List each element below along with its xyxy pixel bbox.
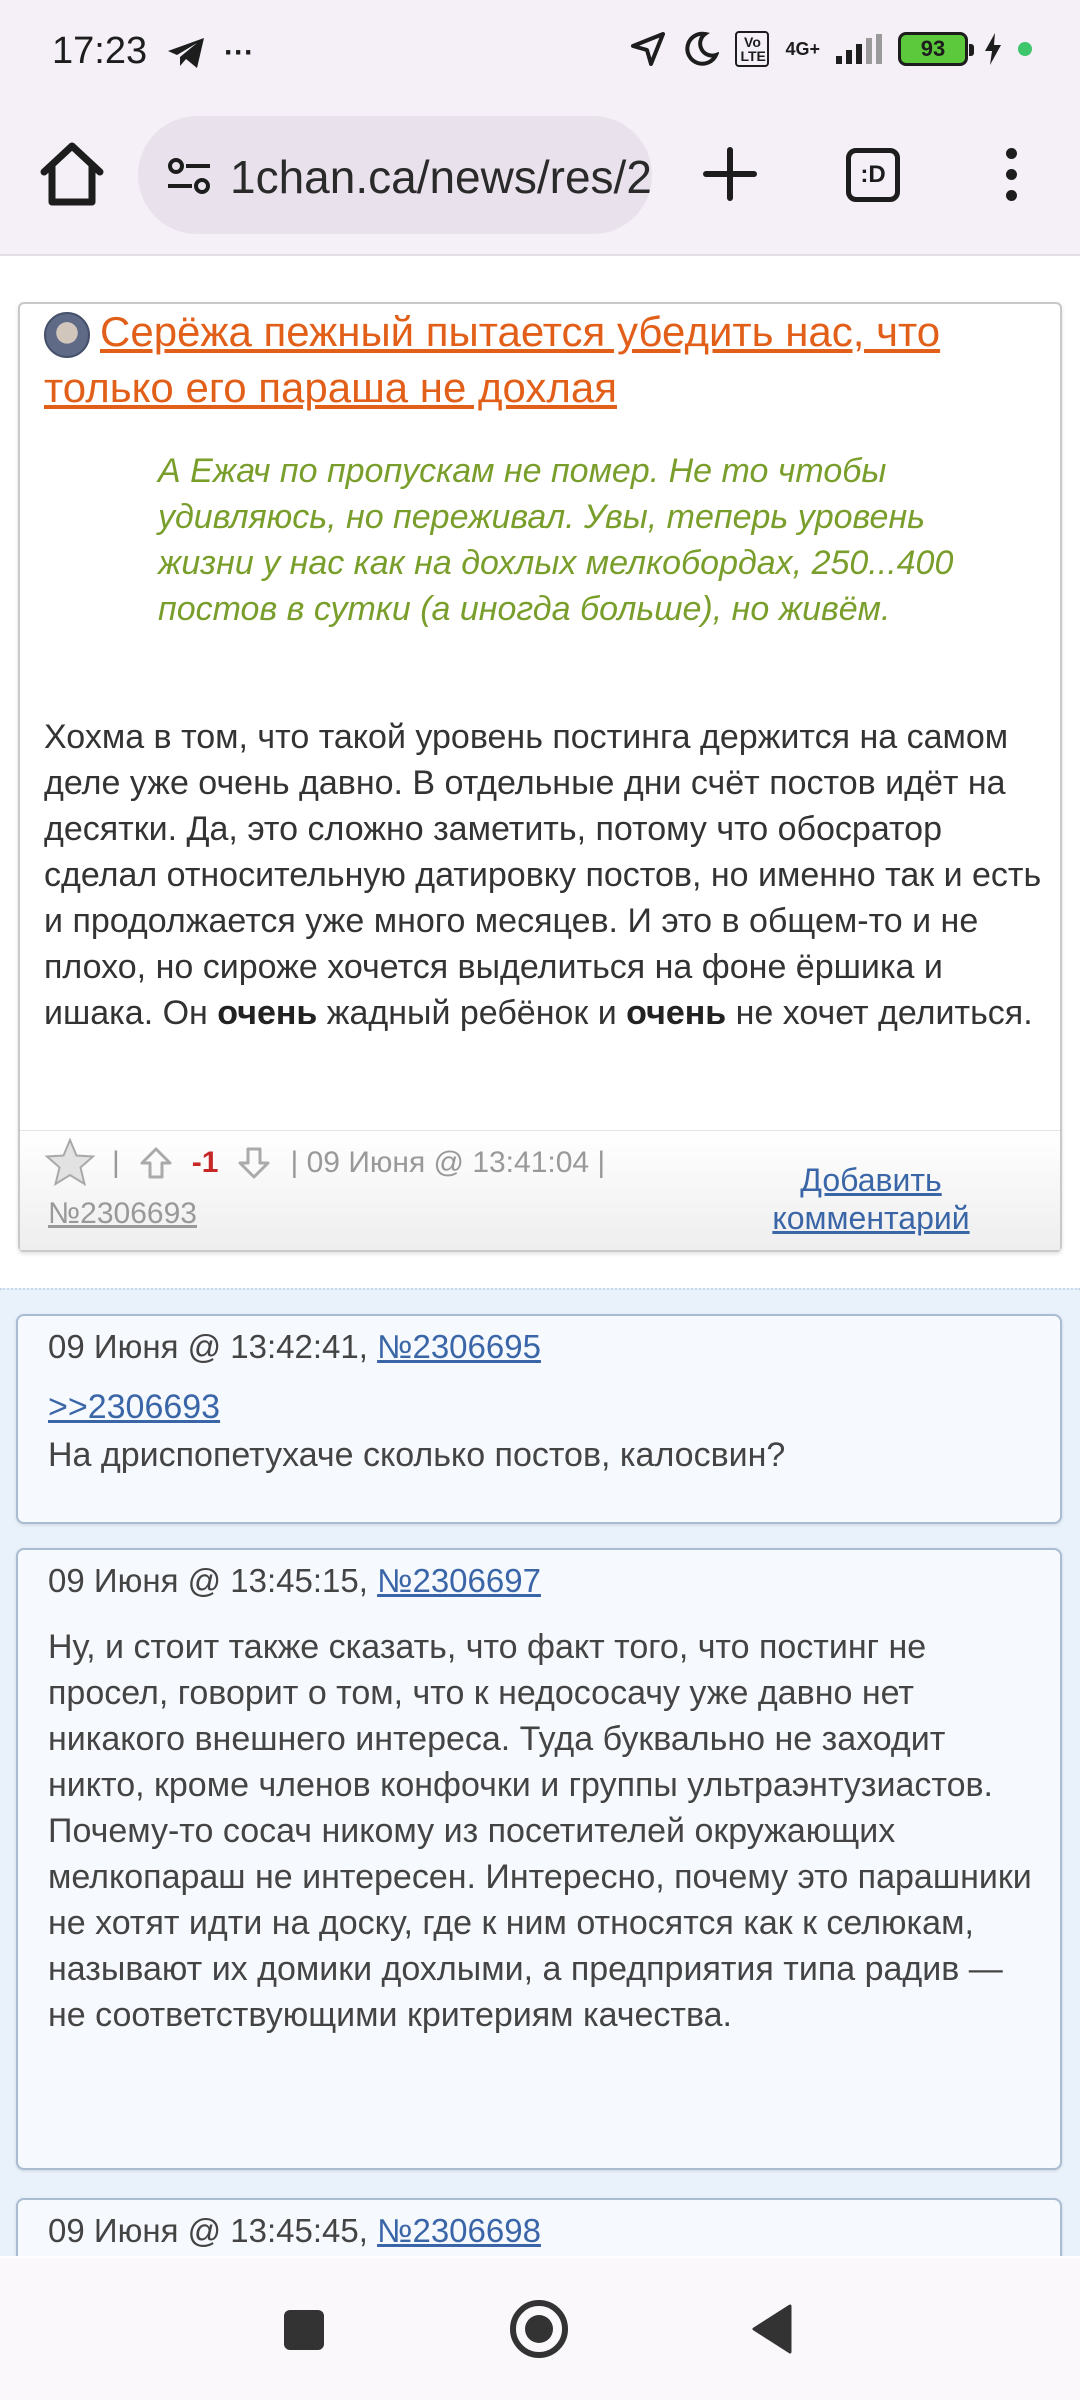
comment-item: 09 Июня @ 13:42:41, №2306695 >>2306693 Н… <box>16 1314 1062 1524</box>
comment-number-link[interactable]: №2306695 <box>377 1328 541 1365</box>
op-post: Серёжа пежный пытается убедить нас, что … <box>18 302 1062 1252</box>
browser-chrome: 17:23 ··· Vo LTE 4G+ 93 1chan.ca/news/re… <box>0 0 1080 256</box>
battery-icon: 93 <box>898 32 974 66</box>
post-number-link[interactable]: №2306693 <box>48 1197 197 1231</box>
upvote-arrow-icon[interactable] <box>138 1145 174 1181</box>
new-tab-icon[interactable] <box>700 144 760 204</box>
network-type-label: 4G+ <box>785 38 820 59</box>
address-bar[interactable]: 1chan.ca/news/res/2 <box>138 116 652 234</box>
post-datetime: | 09 Июня @ 13:41:04 | <box>290 1146 606 1179</box>
telegram-icon <box>168 38 204 68</box>
comment-date: 09 Июня @ 13:42:41, <box>48 1328 368 1365</box>
add-comment-link[interactable]: Добавить комментарий <box>746 1161 996 1237</box>
comment-text: Ну, и стоит также сказать, что факт того… <box>48 1628 1032 2034</box>
comments-section: 09 Июня @ 13:42:41, №2306695 >>2306693 Н… <box>0 1288 1080 2256</box>
privacy-indicator-dot <box>1018 42 1032 56</box>
page-viewport: Серёжа пежный пытается убедить нас, что … <box>0 258 1080 2256</box>
more-notifications-icon: ··· <box>224 36 254 69</box>
location-arrow-icon <box>631 32 666 66</box>
site-settings-icon[interactable] <box>166 156 212 196</box>
comment-item: 09 Июня @ 13:45:15, №2306697 Ну, и стоит… <box>16 1548 1062 2170</box>
comment-text: На дриспопетухаче сколько постов, калосв… <box>48 1436 786 1474</box>
downvote-arrow-icon[interactable] <box>236 1145 272 1181</box>
comment-date: 09 Июня @ 13:45:15, <box>48 1562 368 1599</box>
post-footer: | -1 | 09 Июня @ 13:41:04 | №2306693 Доб… <box>20 1130 1060 1250</box>
do-not-disturb-moon-icon <box>685 31 720 66</box>
volte-icon: Vo LTE <box>735 31 770 67</box>
system-navigation-bar <box>0 2258 1080 2400</box>
recent-apps-button[interactable] <box>284 2310 324 2350</box>
signal-strength-icon <box>836 34 882 64</box>
comment-item: 09 Июня @ 13:45:45, №2306698 <box>16 2198 1062 2256</box>
comment-number-link[interactable]: №2306697 <box>377 1562 541 1599</box>
status-time: 17:23 <box>52 30 148 72</box>
comment-number-link[interactable]: №2306698 <box>377 2212 541 2249</box>
post-body: Хохма в том, что такой уровень постинга … <box>44 718 1042 1032</box>
back-button[interactable] <box>750 2304 794 2354</box>
overflow-menu-icon[interactable] <box>996 148 1026 208</box>
tab-switcher-button[interactable]: :D <box>846 148 900 202</box>
home-button[interactable] <box>510 2300 568 2358</box>
browser-toolbar: 1chan.ca/news/res/2 :D <box>0 110 1080 240</box>
meta-separator: | <box>112 1146 120 1179</box>
url-text: 1chan.ca/news/res/2 <box>230 151 652 203</box>
reply-reference-link[interactable]: >>2306693 <box>48 1388 220 1427</box>
post-title-link[interactable]: Серёжа пежный пытается убедить нас, что … <box>44 304 1044 416</box>
favorite-star-icon[interactable] <box>44 1137 96 1189</box>
post-score: -1 <box>191 1146 219 1179</box>
status-bar: 17:23 ··· Vo LTE 4G+ 93 <box>0 0 1080 100</box>
comment-date: 09 Июня @ 13:45:45, <box>48 2212 368 2249</box>
home-icon[interactable] <box>36 138 108 210</box>
quote-text: А Ежач по пропускам не помер. Не то чтоб… <box>158 452 954 628</box>
charging-bolt-icon <box>985 33 1001 65</box>
